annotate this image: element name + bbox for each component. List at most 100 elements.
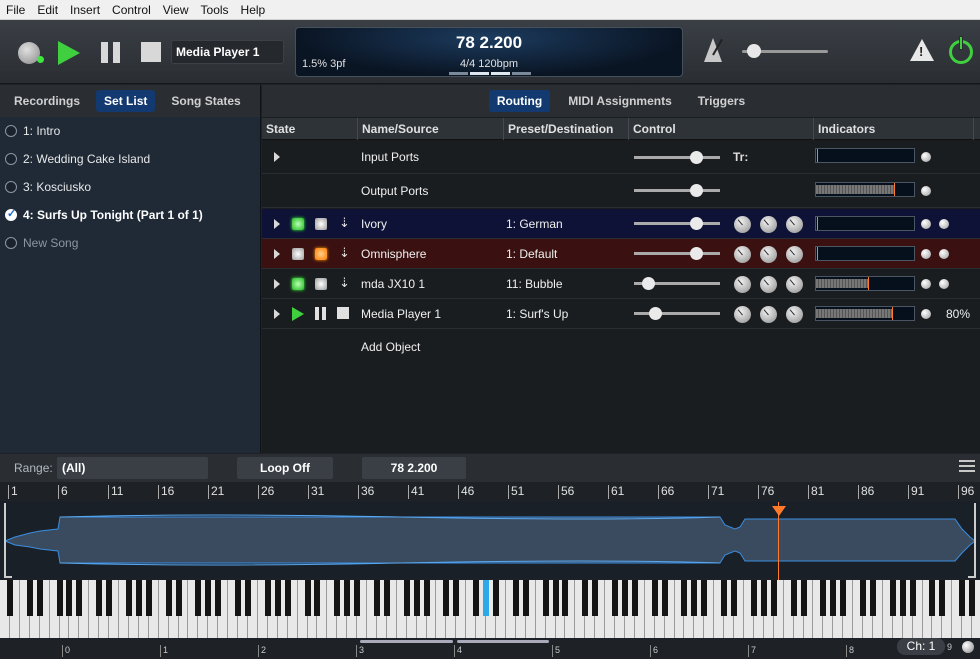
radio-icon[interactable]	[5, 181, 17, 193]
active-led-icon[interactable]	[292, 278, 304, 290]
black-key[interactable]	[245, 580, 251, 616]
black-key[interactable]	[721, 580, 728, 616]
black-key[interactable]	[840, 580, 847, 616]
send-knob-icon[interactable]	[786, 276, 803, 293]
black-key[interactable]	[830, 580, 837, 616]
black-key[interactable]	[582, 580, 589, 616]
midi-thru-icon[interactable]: ⇣	[339, 275, 350, 291]
volume-slider[interactable]	[634, 151, 720, 164]
pan-knob-icon[interactable]	[734, 216, 751, 233]
slider-knob[interactable]	[690, 151, 703, 164]
tab-triggers[interactable]: Triggers	[690, 90, 753, 112]
col-indicators[interactable]: Indicators	[814, 118, 974, 140]
bypass-led-icon[interactable]	[315, 248, 327, 260]
black-key[interactable]	[165, 580, 172, 616]
volume-slider[interactable]	[634, 217, 720, 230]
checked-radio-icon[interactable]	[5, 207, 17, 221]
black-key[interactable]	[106, 580, 113, 616]
row-preset[interactable]: 1: German	[506, 217, 563, 231]
black-key[interactable]	[552, 580, 559, 616]
black-key[interactable]	[512, 580, 519, 616]
play-button[interactable]	[58, 41, 80, 65]
slider-knob[interactable]	[690, 184, 703, 197]
menu-edit[interactable]: Edit	[31, 0, 64, 20]
range-select[interactable]: (All)	[57, 457, 208, 479]
volume-slider[interactable]	[634, 184, 720, 197]
black-key[interactable]	[691, 580, 698, 616]
add-object-button[interactable]: Add Object	[361, 340, 420, 354]
black-key[interactable]	[195, 580, 202, 616]
new-song-item[interactable]: New Song	[0, 229, 260, 257]
black-key[interactable]	[383, 580, 390, 616]
black-key[interactable]	[145, 580, 152, 616]
channel-dot-icon[interactable]	[962, 641, 974, 653]
scroll-handle[interactable]	[457, 640, 549, 643]
black-key[interactable]	[939, 580, 946, 616]
menu-insert[interactable]: Insert	[64, 0, 106, 20]
col-name-source[interactable]: Name/Source	[358, 118, 504, 140]
black-key[interactable]	[334, 580, 341, 616]
black-key[interactable]	[56, 580, 63, 616]
menu-file[interactable]: File	[0, 0, 31, 20]
midi-thru-icon[interactable]: ⇣	[339, 215, 350, 231]
stop-button[interactable]	[141, 42, 161, 62]
table-row[interactable]: ⇣ Omnisphere 1: Default	[262, 239, 980, 269]
black-key[interactable]	[473, 580, 480, 616]
black-key[interactable]	[651, 580, 658, 616]
black-key[interactable]	[760, 580, 767, 616]
black-key[interactable]	[661, 580, 668, 616]
master-volume-knob[interactable]	[747, 44, 761, 58]
send-knob-icon[interactable]	[786, 216, 803, 233]
black-key[interactable]	[413, 580, 420, 616]
black-key[interactable]	[929, 580, 936, 616]
pan-knob-icon[interactable]	[734, 306, 751, 323]
tab-routing[interactable]: Routing	[488, 90, 551, 112]
black-key[interactable]	[96, 580, 103, 616]
position-field[interactable]: 78 2.200	[362, 457, 466, 479]
black-key[interactable]	[373, 580, 380, 616]
black-key[interactable]	[125, 580, 132, 616]
hamburger-menu-icon[interactable]	[959, 460, 975, 474]
slider-knob[interactable]	[690, 247, 703, 260]
tab-song-states[interactable]: Song States	[163, 90, 248, 112]
add-object-row[interactable]: Add Object	[262, 330, 980, 360]
bypass-led-icon[interactable]	[315, 218, 327, 230]
song-item[interactable]: 1: Intro	[0, 117, 260, 145]
pan-knob-icon[interactable]	[734, 246, 751, 263]
song-item-selected[interactable]: 4: Surfs Up Tonight (Part 1 of 1)	[0, 201, 260, 229]
black-key[interactable]	[493, 580, 499, 616]
expand-icon[interactable]	[274, 249, 280, 259]
col-preset-destination[interactable]: Preset/Destination	[504, 118, 629, 140]
scroll-handle[interactable]	[360, 640, 453, 643]
black-key[interactable]	[284, 580, 291, 616]
stop-icon[interactable]	[337, 307, 349, 319]
black-key[interactable]	[631, 580, 638, 616]
slider-knob[interactable]	[690, 217, 703, 230]
media-player-select[interactable]: Media Player 1	[171, 40, 284, 64]
tab-set-list[interactable]: Set List	[96, 90, 156, 112]
menu-control[interactable]: Control	[106, 0, 157, 20]
black-key[interactable]	[959, 580, 966, 616]
black-key[interactable]	[304, 580, 311, 616]
black-key[interactable]	[205, 580, 212, 616]
send-knob-icon[interactable]	[760, 216, 777, 233]
pause-icon[interactable]	[315, 307, 319, 320]
slider-knob[interactable]	[642, 277, 655, 290]
black-key[interactable]	[274, 580, 281, 616]
table-row[interactable]: ⇣ mda JX10 1 11: Bubble	[262, 269, 980, 299]
radio-icon[interactable]	[5, 125, 17, 137]
black-key[interactable]	[443, 580, 450, 616]
black-key[interactable]	[354, 580, 361, 616]
black-key[interactable]	[235, 580, 242, 616]
expand-icon[interactable]	[274, 309, 280, 319]
black-key[interactable]	[314, 580, 321, 616]
menu-tools[interactable]: Tools	[195, 0, 235, 20]
black-key[interactable]	[899, 580, 906, 616]
black-key[interactable]	[562, 580, 569, 616]
black-key[interactable]	[344, 580, 351, 616]
black-key[interactable]	[800, 580, 807, 616]
black-key[interactable]	[66, 580, 73, 616]
black-key[interactable]	[215, 580, 222, 616]
col-control[interactable]: Control	[629, 118, 814, 140]
menu-view[interactable]: View	[157, 0, 195, 20]
